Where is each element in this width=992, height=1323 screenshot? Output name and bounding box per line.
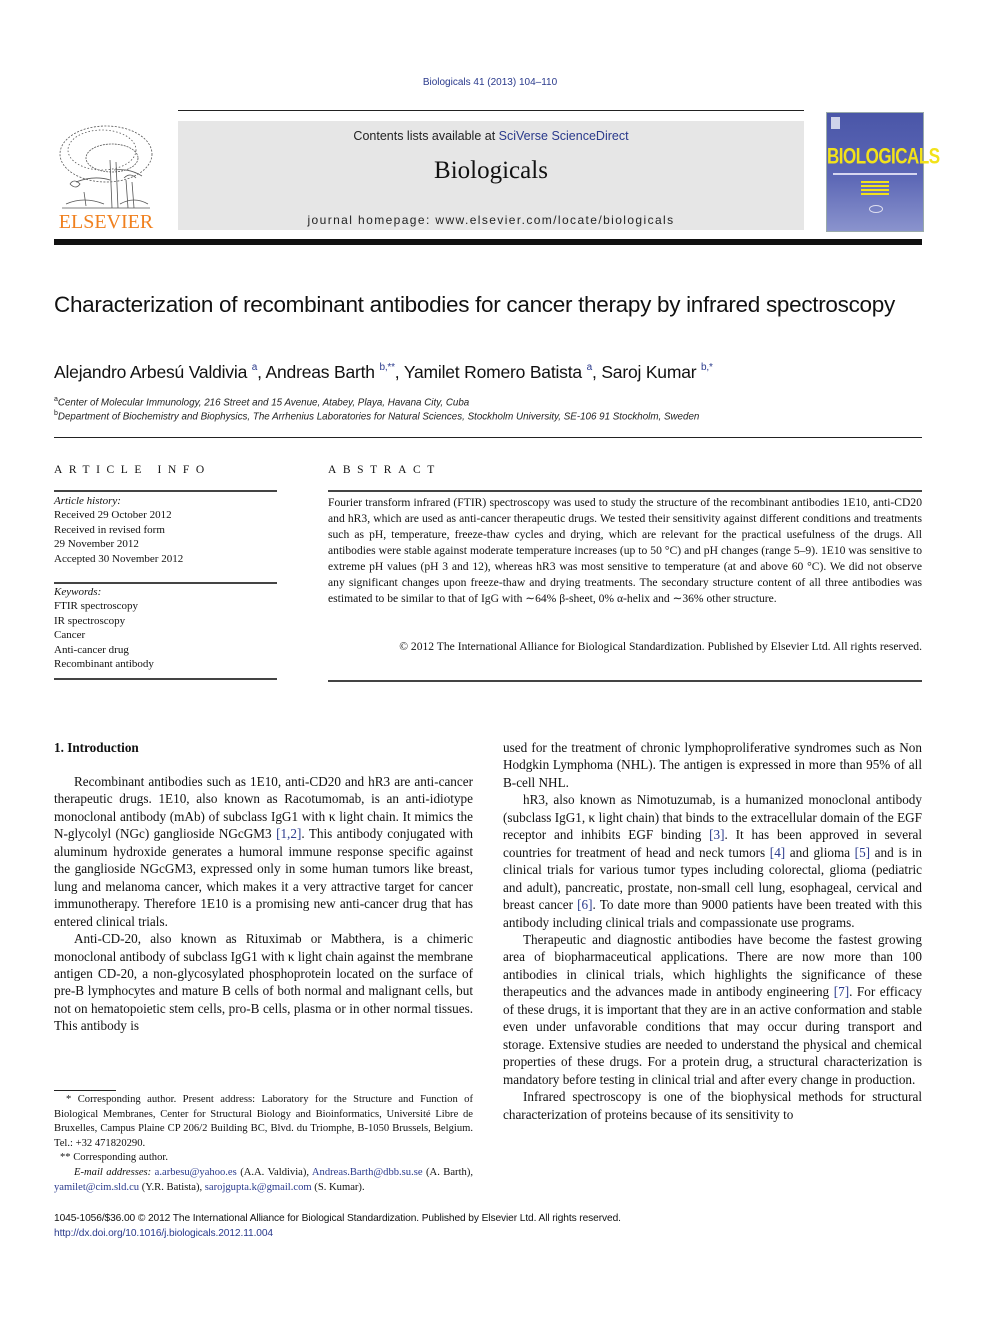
- cover-text-line: [861, 189, 889, 191]
- author-list: Alejandro Arbesú Valdivia a, Andreas Bar…: [54, 362, 922, 383]
- journal-cover-icon[interactable]: BIOLOGICALS: [826, 112, 940, 232]
- body-column-right: used for the treatment of chronic lympho…: [503, 739, 922, 1123]
- cover-text-line: [861, 185, 889, 187]
- abstract-copyright: © 2012 The International Alliance for Bi…: [399, 640, 922, 653]
- abstract-text: Fourier transform infrared (FTIR) spectr…: [328, 496, 922, 605]
- paragraph-text: used for the treatment of chronic lympho…: [503, 740, 922, 790]
- author-affiliation-link[interactable]: b,*: [701, 362, 713, 373]
- article-info-rule: [54, 678, 277, 680]
- footnote-rule: [54, 1090, 116, 1091]
- author-separator: ,: [257, 362, 266, 382]
- citation-link[interactable]: [7]: [834, 984, 849, 999]
- paragraph-text: Anti-CD-20, also known as Rituximab or M…: [54, 931, 473, 1034]
- keywords: Keywords: FTIR spectroscopy IR spectrosc…: [54, 585, 284, 671]
- journal-citation[interactable]: Biologicals 41 (2013) 104–110: [0, 77, 980, 88]
- author-name: Saroj Kumar: [601, 362, 702, 382]
- body-paragraph: Infrared spectroscopy is one of the biop…: [503, 1088, 922, 1123]
- history-item: Received in revised form: [54, 523, 165, 536]
- email-link[interactable]: yamilet@cim.sld.cu: [54, 1182, 139, 1193]
- keyword-item: Anti-cancer drug: [54, 643, 129, 656]
- paragraph-text: . For efficacy of these drugs, it is imp…: [503, 984, 922, 1087]
- footnotes: * Corresponding author. Present address:…: [54, 1093, 473, 1195]
- section-heading-introduction: 1. Introduction: [54, 740, 139, 755]
- article-title: Characterization of recombinant antibodi…: [54, 292, 895, 317]
- paragraph-text: Infrared spectroscopy is one of the biop…: [503, 1089, 922, 1122]
- body-paragraph: Recombinant antibodies such as 1E10, ant…: [54, 773, 473, 930]
- body-paragraph: used for the treatment of chronic lympho…: [503, 739, 922, 791]
- cover-publisher-mark: [831, 117, 840, 129]
- contents-prefix: Contents lists available at: [353, 129, 499, 143]
- footnote-emails: E-mail addresses: a.arbesu@yahoo.es (A.A…: [54, 1166, 473, 1195]
- contents-line: Contents lists available at SciVerse Sci…: [178, 129, 804, 143]
- article-history: Article history: Received 29 October 201…: [54, 494, 284, 566]
- citation-link[interactable]: [3]: [709, 827, 724, 842]
- email-owner: (Y.R. Batista),: [139, 1181, 205, 1193]
- elsevier-wordmark: ELSEVIER: [58, 211, 154, 233]
- section-rule: [54, 437, 922, 438]
- abstract-rule: [328, 490, 922, 492]
- keyword-item: IR spectroscopy: [54, 614, 126, 627]
- journal-header-box: Contents lists available at SciVerse Sci…: [178, 121, 804, 230]
- body-column-left: Recombinant antibodies such as 1E10, ant…: [54, 773, 473, 1035]
- history-item: 29 November 2012: [54, 538, 139, 551]
- keywords-label: Keywords:: [54, 586, 102, 598]
- abstract-rule: [328, 680, 922, 682]
- article-info-heading: ARTICLE INFO: [54, 464, 211, 476]
- keyword-item: Recombinant antibody: [54, 658, 154, 671]
- article-info-rule: [54, 582, 277, 584]
- paragraph-text: and glioma: [785, 844, 855, 860]
- author-separator: ,: [394, 362, 404, 382]
- affiliation-b: bDepartment of Biochemistry and Biophysi…: [54, 410, 922, 422]
- history-item: Received 29 October 2012: [54, 509, 172, 522]
- email-owner: (A.A. Valdivia),: [236, 1166, 312, 1178]
- article-info-rule: [54, 490, 277, 492]
- cover-title: BIOLOGICALS: [827, 144, 940, 169]
- abstract-heading: ABSTRACT: [328, 464, 441, 476]
- email-link[interactable]: a.arbesu@yahoo.es: [155, 1167, 237, 1178]
- cover-subtitle-line: [833, 173, 917, 175]
- email-owner: (S. Kumar).: [311, 1181, 365, 1193]
- paragraph-text: . This antibody conjugated with aluminum…: [54, 826, 473, 929]
- author-name: Andreas Barth: [265, 362, 380, 382]
- citation-link[interactable]: [6]: [577, 897, 592, 912]
- citation-link[interactable]: [4]: [770, 845, 785, 860]
- elsevier-logo[interactable]: ELSEVIER: [54, 120, 158, 234]
- cover-text-line: [861, 181, 889, 183]
- header-rule: [178, 110, 804, 111]
- history-item: Accepted 30 November 2012: [54, 552, 184, 565]
- keyword-item: FTIR spectroscopy: [54, 600, 139, 613]
- email-label: E-mail addresses:: [74, 1166, 155, 1178]
- affiliation-text: Center of Molecular Immunology, 216 Stre…: [57, 397, 470, 409]
- author-name: Alejandro Arbesú Valdivia: [54, 362, 252, 382]
- doi-link[interactable]: http://dx.doi.org/10.1016/j.biologicals.…: [54, 1227, 922, 1242]
- issn-line: 1045-1056/$36.00 © 2012 The Internationa…: [54, 1213, 621, 1224]
- footnote-corresponding-2: ** Corresponding author.: [60, 1152, 168, 1164]
- elsevier-tree-icon: [59, 125, 153, 209]
- journal-name: Biologicals: [434, 157, 548, 184]
- email-link[interactable]: Andreas.Barth@dbb.su.se: [312, 1167, 423, 1178]
- citation-link[interactable]: [1,2]: [276, 826, 301, 841]
- body-paragraph: hR3, also known as Nimotuzumab, is a hum…: [503, 791, 922, 931]
- author-separator: ,: [591, 362, 602, 382]
- journal-homepage-link[interactable]: journal homepage: www.elsevier.com/locat…: [178, 213, 804, 227]
- email-link[interactable]: sarojgupta.k@gmail.com: [205, 1182, 312, 1193]
- author-affiliation-link[interactable]: b,**: [379, 362, 395, 373]
- email-owner: (A. Barth),: [422, 1166, 473, 1178]
- page-footer: 1045-1056/$36.00 © 2012 The Internationa…: [54, 1212, 922, 1241]
- cover-text-line: [861, 193, 889, 195]
- keyword-item: Cancer: [54, 629, 86, 642]
- body-paragraph: Therapeutic and diagnostic antibodies ha…: [503, 931, 922, 1088]
- sciencedirect-link[interactable]: SciVerse ScienceDirect: [499, 129, 629, 143]
- body-paragraph: Anti-CD-20, also known as Rituximab or M…: [54, 930, 473, 1035]
- citation-link[interactable]: [5]: [855, 845, 870, 860]
- affiliation-text: Department of Biochemistry and Biophysic…: [57, 411, 700, 423]
- header-thick-rule: [54, 239, 922, 245]
- cover-emblem-icon: [869, 205, 883, 213]
- history-label: Article history:: [54, 495, 121, 507]
- author-name: Yamilet Romero Batista: [403, 362, 587, 382]
- affiliation-a: aCenter of Molecular Immunology, 216 Str…: [54, 396, 922, 408]
- footnote-corresponding-1: * Corresponding author. Present address:…: [54, 1094, 473, 1149]
